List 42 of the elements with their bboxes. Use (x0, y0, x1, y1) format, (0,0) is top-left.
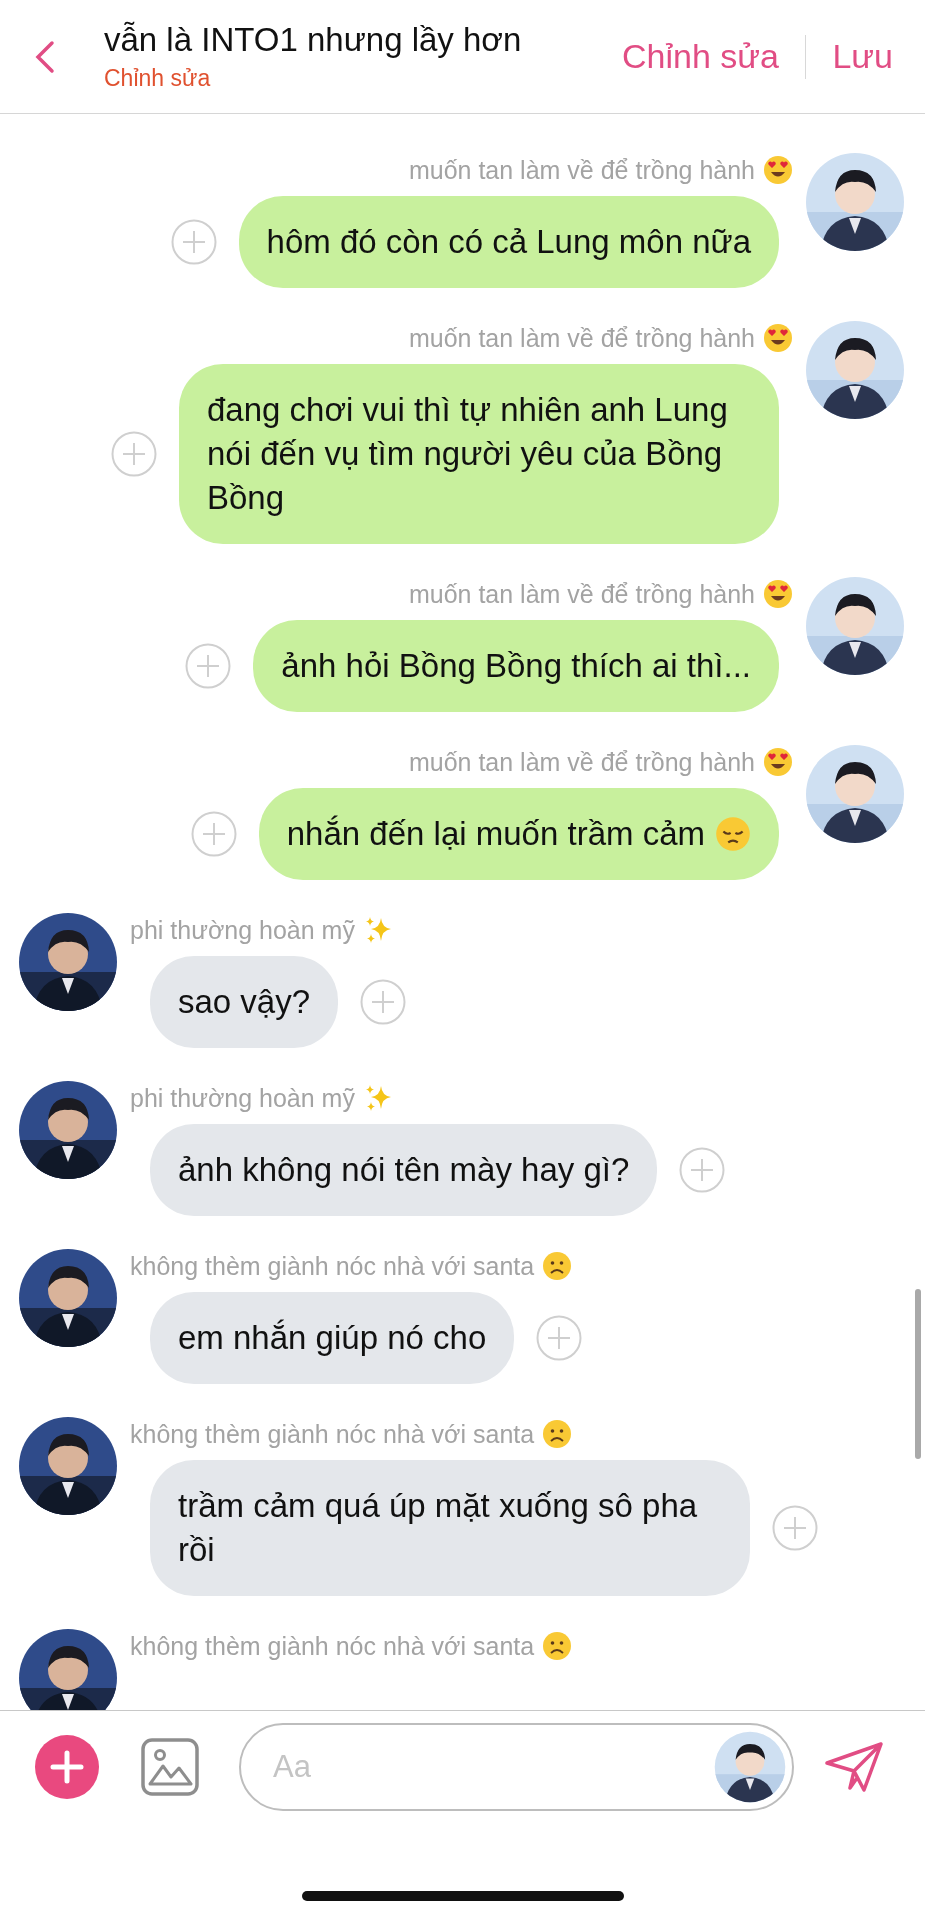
add-reaction-icon[interactable] (679, 1147, 726, 1193)
pensive-emoji-icon (715, 816, 751, 852)
add-reaction-icon[interactable] (185, 643, 232, 689)
message-bubble: ảnh không nói tên mày hay gì? (150, 1124, 658, 1216)
frowning-emoji-icon (542, 1419, 573, 1449)
sender-name: muốn tan làm về để trồng hành (408, 747, 755, 777)
sender-name: muốn tan làm về để trồng hành (408, 579, 755, 609)
frowning-emoji-icon (542, 1251, 573, 1281)
add-reaction-icon[interactable] (772, 1505, 818, 1551)
sender-name: không thèm giành nóc nhà với santa (130, 1251, 535, 1281)
add-reaction-icon[interactable] (190, 811, 237, 857)
image-icon[interactable] (141, 1738, 199, 1796)
edit-button[interactable]: Chỉnh sửa (607, 37, 793, 76)
chat-title: vẫn là INTO1 nhưng lầy hơn (104, 21, 523, 59)
message-bubble: trầm cảm quá úp mặt xuống sô pha rồi (150, 1460, 750, 1596)
save-button[interactable]: Lưu (818, 37, 907, 76)
message-bubble: sao vậy? (150, 956, 339, 1048)
heart-eyes-emoji-icon (763, 155, 793, 185)
message-bubble: đang chơi vui thì tự nhiên anh Lung nói đến vụ tìm người yêu của Bồng Bồng (179, 364, 779, 544)
add-reaction-icon[interactable] (536, 1315, 583, 1361)
sender-name: không thèm giành nóc nhà với santa (130, 1631, 535, 1661)
message-bubble: hôm đó còn có cả Lung môn nữa (238, 196, 779, 288)
message-bubble: nhắn đến lại muốn trầm cảm (258, 788, 779, 880)
sender-name: phi thường hoàn mỹ (130, 1083, 355, 1113)
sender-name: phi thường hoàn mỹ (130, 915, 355, 945)
plus-icon (50, 1750, 84, 1784)
add-reaction-icon[interactable] (360, 979, 407, 1025)
scrollbar[interactable] (915, 1289, 921, 1459)
message-field[interactable]: Aa (239, 1723, 794, 1811)
sender-name: muốn tan làm về để trồng hành (408, 323, 755, 353)
heart-eyes-emoji-icon (763, 323, 793, 353)
sender-name: muốn tan làm về để trồng hành (408, 155, 755, 185)
add-reaction-icon[interactable] (111, 431, 157, 477)
sender-name: không thèm giành nóc nhà với santa (130, 1419, 535, 1449)
heart-eyes-emoji-icon (763, 579, 793, 609)
add-reaction-icon[interactable] (170, 219, 217, 265)
message-bubble: ảnh hỏi Bồng Bồng thích ai thì... (253, 620, 779, 712)
message-bubble: em nhắn giúp nó cho (150, 1292, 515, 1384)
send-icon[interactable] (824, 1741, 884, 1793)
chat-subtitle: Chỉnh sửa (104, 65, 212, 92)
frowning-emoji-icon (542, 1631, 573, 1661)
heart-eyes-emoji-icon (763, 747, 793, 777)
